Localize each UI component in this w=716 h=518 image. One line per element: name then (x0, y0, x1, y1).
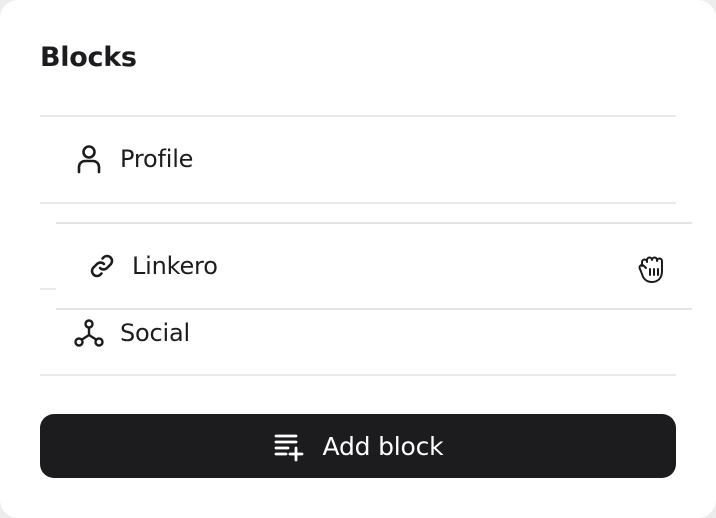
blocks-panel: Blocks Profile Social Linkero Add block (0, 0, 716, 518)
block-item-linkero[interactable]: Linkero (56, 222, 692, 310)
list-add-icon (273, 430, 305, 462)
drag-handle-grab-icon[interactable] (636, 252, 670, 286)
add-block-label: Add block (322, 431, 444, 461)
add-block-button[interactable]: Add block (40, 414, 676, 478)
divider (40, 288, 56, 290)
block-item-profile[interactable]: Profile (74, 116, 193, 202)
social-network-icon (74, 318, 104, 348)
block-label: Profile (120, 145, 194, 173)
block-label: Social (120, 319, 190, 347)
divider (40, 202, 676, 204)
block-label: Linkero (132, 252, 218, 280)
panel-title: Blocks (40, 42, 137, 73)
user-icon (74, 144, 104, 174)
link-icon (88, 252, 116, 280)
